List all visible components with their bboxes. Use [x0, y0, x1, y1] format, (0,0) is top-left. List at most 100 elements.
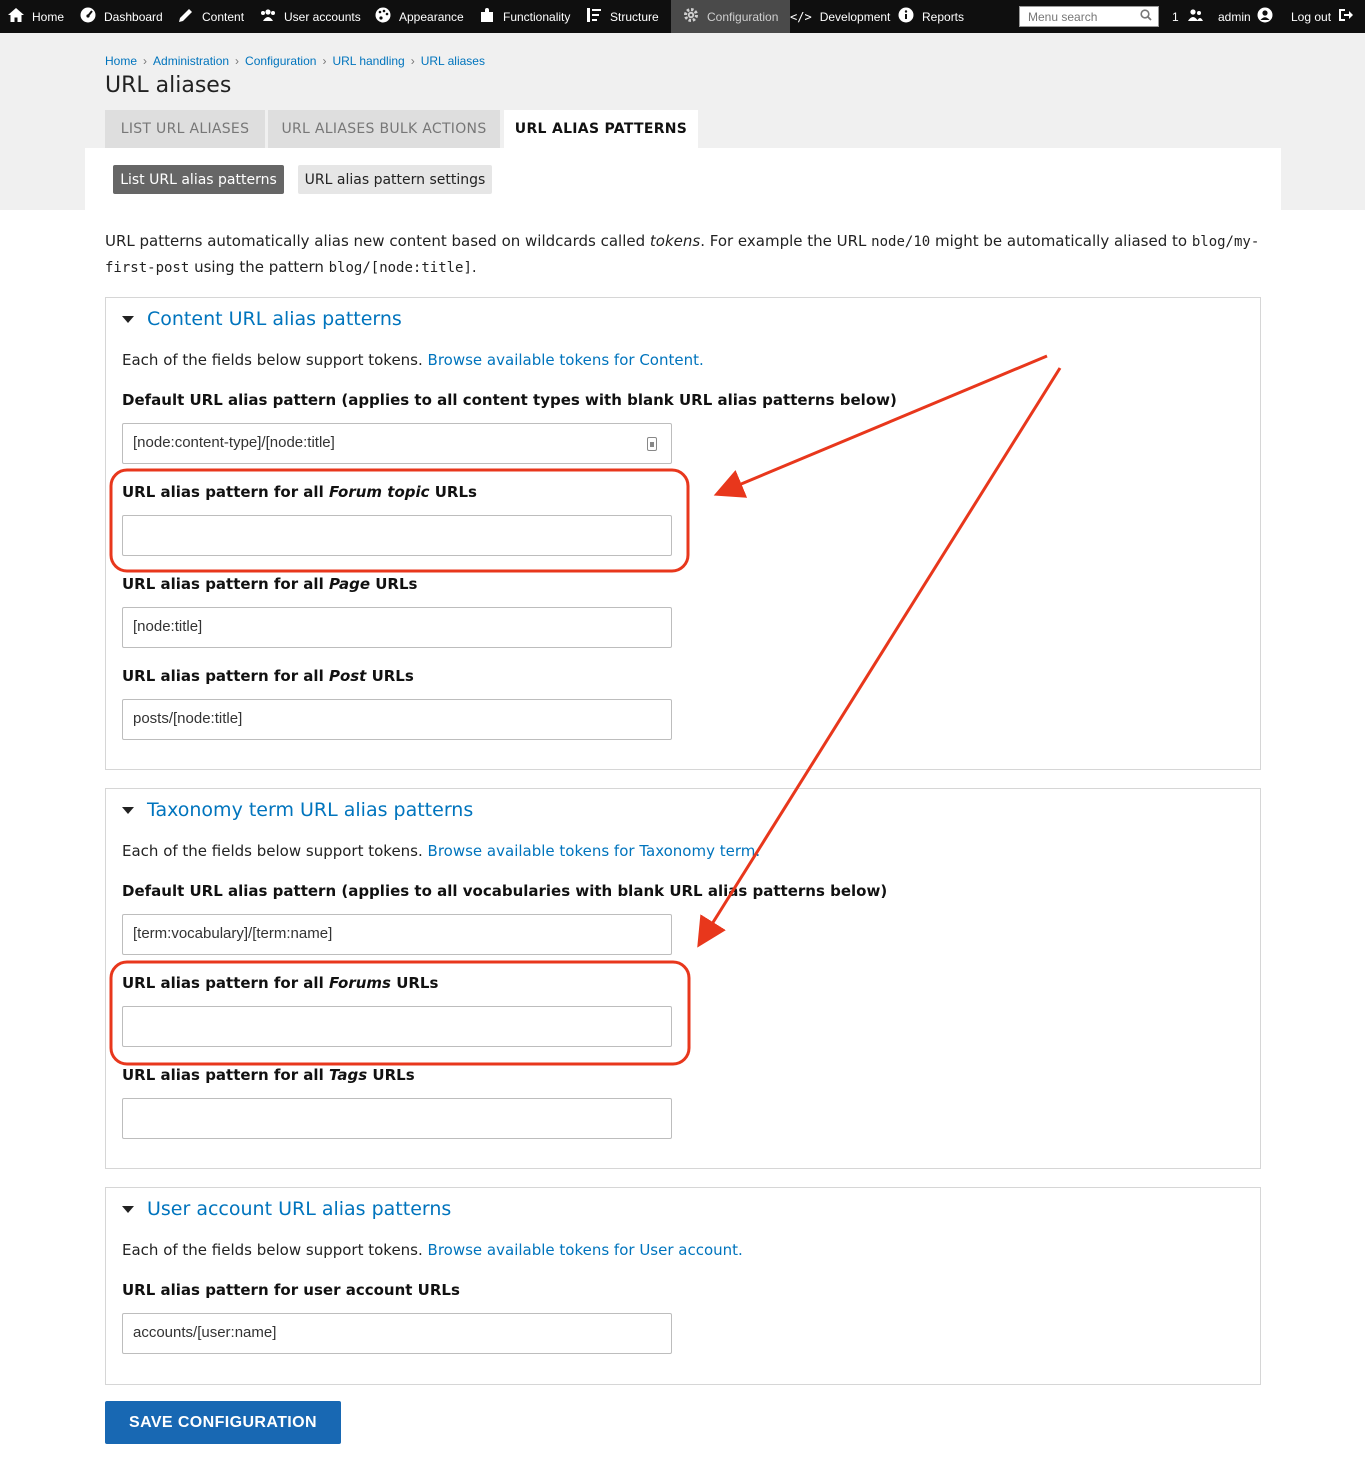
password-manager-icon[interactable]: [647, 437, 657, 451]
code-icon: </>: [790, 9, 812, 24]
user-account-pattern-label: URL alias pattern for user account URLs: [122, 1281, 460, 1299]
default-content-pattern-input[interactable]: [node:content-type]/[node:title]: [122, 423, 672, 464]
subtab-list-url-alias-patterns[interactable]: List URL alias patterns: [113, 165, 284, 194]
label-prefix: URL alias pattern for all: [122, 483, 329, 501]
content-fieldset-legend[interactable]: Content URL alias patterns: [122, 308, 402, 330]
label-prefix: URL alias pattern for all: [122, 1066, 329, 1084]
toolbar-content[interactable]: Content: [178, 0, 244, 33]
user-account-url-alias-patterns-fieldset: User account URL alias patterns Each of …: [105, 1187, 1261, 1385]
save-configuration-button[interactable]: SAVE CONFIGURATION: [105, 1401, 341, 1444]
breadcrumb-url-aliases[interactable]: URL aliases: [421, 54, 485, 68]
structure-icon: [586, 7, 602, 26]
breadcrumb-separator-icon: ›: [235, 54, 240, 68]
label-suffix: URLs: [429, 483, 477, 501]
tab-url-alias-patterns[interactable]: URL ALIAS PATTERNS: [504, 110, 698, 148]
logout-link[interactable]: Log out: [1291, 0, 1354, 33]
default-taxonomy-pattern-input[interactable]: [term:vocabulary]/[term:name]: [122, 914, 672, 955]
toolbar-configuration-label: Configuration: [707, 9, 779, 24]
page-pattern-label: URL alias pattern for all Page URLs: [122, 575, 417, 593]
toolbar-user-menu[interactable]: admin: [1218, 0, 1273, 33]
users-icon: [260, 9, 276, 24]
vocabulary-name: Tags: [328, 1066, 368, 1084]
logout-icon: [1337, 7, 1354, 26]
help-text: Each of the fields below support tokens.: [122, 351, 428, 369]
intro-text-part: .: [471, 258, 477, 276]
forums-pattern-input[interactable]: [122, 1006, 672, 1047]
toolbar-development[interactable]: </> Development: [790, 0, 890, 33]
active-users-count: 1: [1172, 9, 1179, 24]
default-content-pattern-label: Default URL alias pattern (applies to al…: [122, 391, 897, 409]
breadcrumb-administration[interactable]: Administration: [153, 54, 229, 68]
dashboard-icon: [80, 7, 96, 26]
collapse-triangle-icon: [122, 1205, 134, 1213]
toolbar-user-accounts[interactable]: User accounts: [260, 0, 361, 33]
page-title: URL aliases: [105, 73, 232, 98]
palette-icon: [375, 7, 391, 26]
taxonomy-help-text: Each of the fields below support tokens.…: [122, 842, 760, 860]
content-help-text: Each of the fields below support tokens.…: [122, 351, 704, 369]
default-taxonomy-pattern-label: Default URL alias pattern (applies to al…: [122, 882, 888, 900]
toolbar-appearance[interactable]: Appearance: [375, 0, 464, 33]
breadcrumb-separator-icon: ›: [322, 54, 327, 68]
tab-list-url-aliases[interactable]: LIST URL ALIASES: [105, 110, 265, 148]
toolbar-structure-label: Structure: [610, 9, 659, 24]
search-icon[interactable]: [1140, 9, 1152, 24]
breadcrumb-configuration[interactable]: Configuration: [245, 54, 316, 68]
username-label: admin: [1218, 9, 1251, 24]
breadcrumb-separator-icon: ›: [410, 54, 415, 68]
toolbar-development-label: Development: [819, 9, 891, 24]
forum-topic-pattern-input[interactable]: [122, 515, 672, 556]
intro-code-example: blog/my-: [1191, 234, 1260, 250]
toolbar-user-accounts-label: User accounts: [284, 9, 361, 24]
intro-code-example: blog/[node:title]: [328, 260, 472, 276]
users-icon: [1187, 9, 1203, 24]
intro-text-part: URL patterns automatically alias new con…: [105, 232, 650, 250]
toolbar-active-users[interactable]: 1: [1172, 0, 1203, 33]
label-prefix: URL alias pattern for all: [122, 974, 329, 992]
gear-icon: [683, 7, 699, 26]
user-fieldset-title: User account URL alias patterns: [147, 1198, 452, 1220]
help-text: Each of the fields below support tokens.: [122, 842, 428, 860]
label-suffix: URLs: [367, 1066, 415, 1084]
toolbar-content-label: Content: [202, 9, 245, 24]
menu-search-input[interactable]: Menu search: [1019, 6, 1159, 27]
user-fieldset-legend[interactable]: User account URL alias patterns: [122, 1198, 451, 1220]
label-suffix: URLs: [366, 667, 414, 685]
pencil-icon: [178, 7, 194, 26]
tags-pattern-input[interactable]: [122, 1098, 672, 1139]
breadcrumb-url-handling[interactable]: URL handling: [332, 54, 404, 68]
toolbar-home[interactable]: Home: [8, 0, 64, 33]
toolbar-functionality[interactable]: Functionality: [479, 0, 570, 33]
collapse-triangle-icon: [122, 315, 134, 323]
page-pattern-input[interactable]: [node:title]: [122, 607, 672, 648]
toolbar-functionality-label: Functionality: [503, 9, 571, 24]
browse-tokens-taxonomy-link[interactable]: Browse available tokens for Taxonomy ter…: [428, 842, 761, 860]
toolbar-configuration[interactable]: Configuration: [671, 0, 791, 33]
user-help-text: Each of the fields below support tokens.…: [122, 1241, 743, 1259]
taxonomy-fieldset-title: Taxonomy term URL alias patterns: [147, 799, 474, 821]
info-icon: [898, 7, 914, 26]
taxonomy-url-alias-patterns-fieldset: Taxonomy term URL alias patterns Each of…: [105, 788, 1261, 1169]
subtab-url-alias-pattern-settings[interactable]: URL alias pattern settings: [298, 165, 492, 194]
post-pattern-input[interactable]: posts/[node:title]: [122, 699, 672, 740]
content-url-alias-patterns-fieldset: Content URL alias patterns Each of the f…: [105, 297, 1261, 770]
tab-url-aliases-bulk-actions[interactable]: URL ALIASES BULK ACTIONS: [268, 110, 500, 148]
toolbar-structure[interactable]: Structure: [586, 0, 659, 33]
tags-pattern-label: URL alias pattern for all Tags URLs: [122, 1066, 415, 1084]
content-type-name: Page: [328, 575, 371, 593]
toolbar-reports[interactable]: Reports: [898, 0, 964, 33]
taxonomy-fieldset-legend[interactable]: Taxonomy term URL alias patterns: [122, 799, 473, 821]
breadcrumb: Home › Administration › Configuration › URL ha…: [105, 54, 485, 68]
breadcrumb-separator-icon: ›: [143, 54, 148, 68]
menu-search-placeholder: Menu search: [1028, 10, 1098, 24]
vocabulary-name: Forums: [328, 974, 391, 992]
browse-tokens-content-link[interactable]: Browse available tokens for Content.: [428, 351, 704, 369]
intro-code-example: node/10: [871, 234, 931, 250]
breadcrumb-home[interactable]: Home: [105, 54, 137, 68]
toolbar-dashboard[interactable]: Dashboard: [80, 0, 163, 33]
intro-text-part: using the pattern: [189, 258, 329, 276]
intro-code-example: first-post: [105, 260, 190, 276]
intro-text-part: . For example the URL: [700, 232, 872, 250]
user-account-pattern-input[interactable]: accounts/[user:name]: [122, 1313, 672, 1354]
browse-tokens-user-link[interactable]: Browse available tokens for User account…: [428, 1241, 743, 1259]
